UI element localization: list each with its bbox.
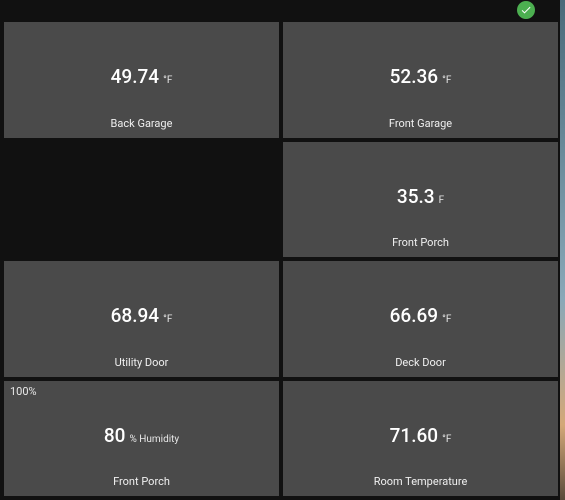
sensor-card-back-garage[interactable]: 49.74 °F Back Garage bbox=[4, 22, 279, 138]
sensor-card-utility-door[interactable]: 68.94 °F Utility Door bbox=[4, 261, 279, 377]
sensor-value: 35.3 F bbox=[397, 185, 444, 208]
sensor-label: Deck Door bbox=[283, 356, 558, 369]
sensor-value-unit: F bbox=[439, 195, 445, 206]
sensor-label: Utility Door bbox=[4, 356, 279, 369]
sensor-label: Front Porch bbox=[283, 236, 558, 249]
sensor-card-front-garage[interactable]: 52.36 °F Front Garage bbox=[283, 22, 558, 138]
sensor-card-room-temperature[interactable]: 71.60 °F Room Temperature bbox=[283, 381, 558, 497]
sensor-label: Room Temperature bbox=[283, 475, 558, 488]
sensor-label: Front Garage bbox=[283, 117, 558, 130]
sensor-value-number: 68.94 bbox=[111, 304, 159, 327]
sensor-card-empty bbox=[4, 142, 279, 258]
sensor-value: 71.60 °F bbox=[390, 424, 452, 447]
sensor-value: 49.74 °F bbox=[111, 65, 173, 88]
sensor-value-unit: °F bbox=[442, 434, 451, 445]
sensor-grid: 49.74 °F Back Garage 52.36 °F Front Gara… bbox=[4, 22, 558, 496]
right-edge-decoration bbox=[560, 0, 565, 500]
sensor-corner-value: 100% bbox=[10, 385, 37, 398]
sensor-value-unit: % Humidity bbox=[129, 434, 179, 445]
sensor-value-unit: °F bbox=[442, 75, 451, 86]
sensor-value-number: 80 bbox=[104, 424, 126, 447]
sensor-value: 66.69 °F bbox=[390, 304, 452, 327]
sensor-value: 80 % Humidity bbox=[104, 424, 179, 447]
sensor-value-number: 52.36 bbox=[390, 65, 438, 88]
sensor-value-number: 66.69 bbox=[390, 304, 438, 327]
sensor-value-unit: °F bbox=[163, 314, 172, 325]
sensor-card-front-porch-temp[interactable]: 35.3 F Front Porch bbox=[283, 142, 558, 258]
sensor-label: Back Garage bbox=[4, 117, 279, 130]
status-ok-icon bbox=[517, 1, 535, 19]
sensor-value-number: 35.3 bbox=[397, 185, 435, 208]
sensor-value-number: 71.60 bbox=[390, 424, 438, 447]
sensor-card-front-porch-humidity[interactable]: 100% 80 % Humidity Front Porch bbox=[4, 381, 279, 497]
sensor-value: 68.94 °F bbox=[111, 304, 173, 327]
sensor-value-number: 49.74 bbox=[111, 65, 159, 88]
sensor-value-unit: °F bbox=[163, 75, 172, 86]
sensor-value-unit: °F bbox=[442, 314, 451, 325]
sensor-value: 52.36 °F bbox=[390, 65, 452, 88]
sensor-card-deck-door[interactable]: 66.69 °F Deck Door bbox=[283, 261, 558, 377]
sensor-label: Front Porch bbox=[4, 475, 279, 488]
